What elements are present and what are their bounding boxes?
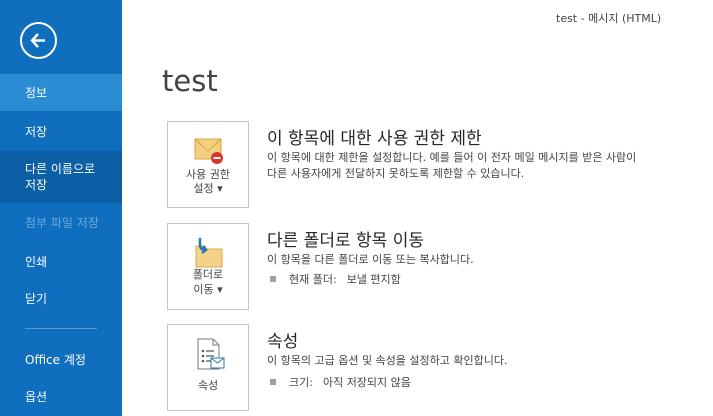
- sidebar-item-label: Office 계정: [25, 353, 86, 367]
- current-folder-label: 현재 폴더:: [289, 273, 337, 286]
- properties-icon: [197, 338, 225, 370]
- size-label: 크기:: [289, 376, 313, 389]
- sidebar-divider: [25, 328, 97, 329]
- sidebar-item-label: 옵션: [25, 390, 48, 404]
- back-arrow-icon: [30, 33, 45, 48]
- move-to-folder-label-line1: 폴더로: [192, 268, 224, 281]
- move-to-folder-button[interactable]: 폴더로 이동 ▾: [167, 223, 249, 310]
- sidebar-item-print[interactable]: 인쇄: [0, 243, 122, 280]
- page-title: test: [162, 64, 218, 98]
- back-button[interactable]: [20, 22, 57, 59]
- properties-section-desc: 이 항목의 고급 옵션 및 속성을 설정하고 확인합니다.: [267, 354, 508, 367]
- set-permission-label-line2: 설정 ▾: [193, 182, 223, 195]
- move-to-folder-label-line2: 이동 ▾: [193, 283, 223, 296]
- sidebar-item-close[interactable]: 닫기: [0, 280, 122, 317]
- size-detail: 크기: 아직 저장되지 않음: [270, 374, 411, 390]
- properties-section-title: 속성: [267, 332, 299, 352]
- bullet-icon: [270, 276, 276, 282]
- current-folder-detail: 현재 폴더: 보낼 편지함: [270, 271, 401, 287]
- sidebar-item-save[interactable]: 저장: [0, 113, 122, 150]
- permission-section-desc-line2: 다른 사용자에게 전달하지 못하도록 제한할 수 있습니다.: [267, 167, 525, 180]
- folder-move-icon: [195, 238, 223, 268]
- window-title: test - 메시지 (HTML): [556, 12, 662, 25]
- sidebar-item-label: 다른 이름으로 저장: [25, 162, 96, 192]
- sidebar-item-label: 닫기: [25, 292, 48, 306]
- sidebar-item-info[interactable]: 정보: [0, 74, 122, 111]
- permission-section-title: 이 항목에 대한 사용 권한 제한: [267, 129, 482, 149]
- backstage-sidebar: 정보 저장 다른 이름으로 저장 첨부 파일 저장 인쇄 닫기 Office 계…: [0, 0, 122, 416]
- permission-section-desc-line1: 이 항목에 대한 제한을 설정합니다. 예를 들어 이 전자 메일 메시지를 받…: [267, 151, 637, 164]
- bullet-icon: [270, 379, 276, 385]
- envelope-restrict-icon: [194, 138, 223, 164]
- set-permission-label-line1: 사용 권한: [186, 168, 230, 181]
- sidebar-item-options[interactable]: 옵션: [0, 378, 122, 415]
- sidebar-item-label: 저장: [25, 125, 48, 139]
- sidebar-item-label: 인쇄: [25, 255, 48, 269]
- size-value: 아직 저장되지 않음: [322, 376, 411, 389]
- current-folder-value: 보낼 편지함: [346, 273, 401, 286]
- sidebar-item-save-as[interactable]: 다른 이름으로 저장: [0, 151, 122, 203]
- set-permission-button[interactable]: 사용 권한 설정 ▾: [167, 121, 249, 208]
- properties-button[interactable]: 속성: [167, 324, 249, 411]
- move-section-title: 다른 폴더로 항목 이동: [267, 231, 424, 251]
- sidebar-item-label: 정보: [25, 86, 48, 100]
- sidebar-item-office-account[interactable]: Office 계정: [0, 341, 122, 378]
- move-section-desc: 이 항목을 다른 폴더로 이동 또는 복사합니다.: [267, 253, 474, 266]
- properties-label: 속성: [197, 379, 219, 392]
- sidebar-item-save-attachments[interactable]: 첨부 파일 저장: [0, 204, 122, 241]
- sidebar-item-label: 첨부 파일 저장: [25, 216, 99, 230]
